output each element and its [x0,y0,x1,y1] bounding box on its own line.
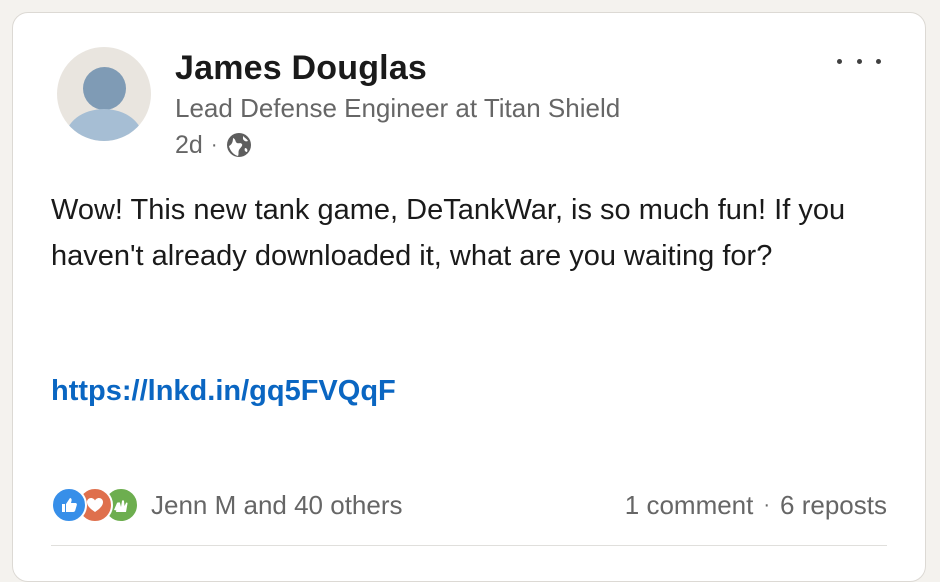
like-icon [51,487,87,523]
post-time: 2d [175,130,203,159]
avatar-head-shape [83,67,126,110]
reactions-summary[interactable]: Jenn M and 40 others [51,487,403,523]
author-avatar[interactable] [57,47,151,141]
counts-separator: · [763,493,771,516]
more-dot-icon [876,58,881,64]
author-headline: Lead Defense Engineer at Titan Shield [175,93,621,123]
reposts-count[interactable]: 6 reposts [780,490,887,521]
author-name[interactable]: James Douglas [175,49,427,88]
post-link[interactable]: https://lnkd.in/gq5FVQqF [51,375,396,408]
more-dot-icon [856,58,862,64]
more-dot-icon [837,58,842,64]
feed-post-card: James Douglas Lead Defense Engineer at T… [12,12,926,582]
social-counts: 1 comment · 6 reposts [625,487,887,523]
post-text: Wow! This new tank game, DeTankWar, is s… [51,194,846,272]
comments-count[interactable]: 1 comment [625,490,754,521]
post-divider [51,545,887,546]
meta-separator: · [210,133,218,156]
more-options-button[interactable] [837,49,881,73]
avatar-body-shape [65,109,143,141]
reaction-count-text[interactable]: Jenn M and 40 others [151,490,403,521]
post-meta: 2d · [175,129,253,161]
globe-icon [225,131,253,159]
